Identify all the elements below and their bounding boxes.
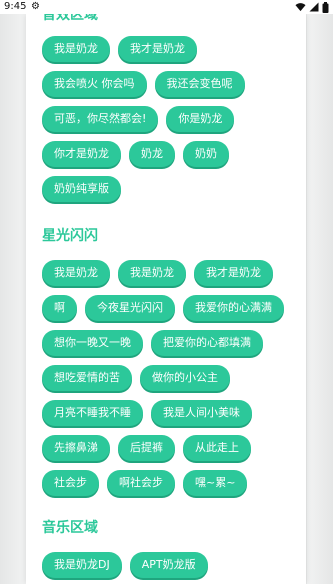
sound-button[interactable]: 可恶，你尽然都会! [42, 106, 159, 132]
sound-button[interactable]: 嘿~累~ [183, 470, 248, 496]
sound-button[interactable]: 我还会变色呢 [154, 71, 245, 97]
section-music: 音乐区域 我是奶龙DJ APT奶龙版 [40, 519, 294, 584]
sound-button[interactable]: 你才是奶龙 [42, 141, 121, 167]
sound-button[interactable]: 奶龙 [129, 141, 175, 167]
section-title: 音效区域 [42, 14, 98, 23]
sound-button[interactable]: 从此走上 [183, 435, 251, 461]
right-backdrop [307, 14, 333, 584]
sound-button[interactable]: 你是奶龙 [166, 106, 235, 132]
sound-button-list: 我是奶龙 我才是奶龙 我会喷火 你会吗 我还会变色呢 可恶，你尽然都会! 你是奶… [40, 36, 294, 211]
sound-button[interactable]: 把爱你的心都填满 [151, 330, 263, 356]
sound-button[interactable]: APT奶龙版 [129, 552, 208, 578]
left-backdrop [0, 14, 26, 584]
sound-button[interactable]: 先擦鼻涕 [42, 435, 110, 461]
wifi-icon [295, 3, 306, 12]
status-bar: 9:45 ⚙ [0, 0, 333, 14]
sound-button[interactable]: 啊 [42, 295, 77, 321]
sound-button[interactable]: 我爱你的心满满 [183, 295, 284, 321]
section-title: 音乐区域 [42, 520, 98, 536]
signal-icon [309, 2, 319, 12]
settings-gear-icon: ⚙ [31, 1, 40, 12]
sound-board-content: 音效区域 我是奶龙 我才是奶龙 我会喷火 你会吗 我还会变色呢 可恶，你尽然都会… [40, 14, 294, 584]
sound-button[interactable]: 我是奶龙 [42, 36, 110, 62]
sound-button[interactable]: 我是奶龙 [118, 260, 186, 286]
sound-button[interactable]: 后提裤 [118, 435, 175, 461]
status-time: 9:45 [4, 1, 27, 12]
sound-board-card[interactable]: 音效区域 我是奶龙 我才是奶龙 我会喷火 你会吗 我还会变色呢 可恶，你尽然都会… [26, 14, 306, 584]
battery-icon [322, 1, 329, 13]
sound-button[interactable]: 今夜星光闪闪 [85, 295, 175, 321]
sound-button[interactable]: 我才是奶龙 [194, 260, 273, 286]
sound-button[interactable]: 社会步 [42, 470, 99, 496]
sound-button[interactable]: 奶奶 [183, 141, 229, 167]
status-icons [295, 1, 329, 13]
sound-button[interactable]: 做你的小公主 [140, 365, 230, 391]
sound-button-list: 我是奶龙DJ APT奶龙版 [40, 552, 294, 584]
sound-button[interactable]: 我会喷火 你会吗 [42, 71, 147, 97]
sound-button[interactable]: 想吃爱情的苦 [42, 365, 132, 391]
sound-button[interactable]: 我是奶龙 [42, 260, 110, 286]
sound-button[interactable]: 我是人间小美味 [151, 400, 252, 426]
sound-button[interactable]: 月亮不睡我不睡 [42, 400, 143, 426]
section-sound-effects: 音效区域 我是奶龙 我才是奶龙 我会喷火 你会吗 我还会变色呢 可恶，你尽然都会… [40, 14, 294, 211]
section-title: 星光闪闪 [42, 228, 98, 244]
sound-button[interactable]: 我是奶龙DJ [42, 552, 122, 578]
sound-button-list: 我是奶龙 我是奶龙 我才是奶龙 啊 今夜星光闪闪 我爱你的心满满 想你一晚又一晚… [40, 260, 294, 505]
sound-button[interactable]: 我才是奶龙 [118, 36, 197, 62]
sound-button[interactable]: 想你一晚又一晚 [42, 330, 143, 356]
section-starlight: 星光闪闪 我是奶龙 我是奶龙 我才是奶龙 啊 今夜星光闪闪 我爱你的心满满 想你… [40, 227, 294, 505]
sound-button[interactable]: 奶奶纯享版 [42, 176, 121, 202]
sound-button[interactable]: 啊社会步 [107, 470, 175, 496]
